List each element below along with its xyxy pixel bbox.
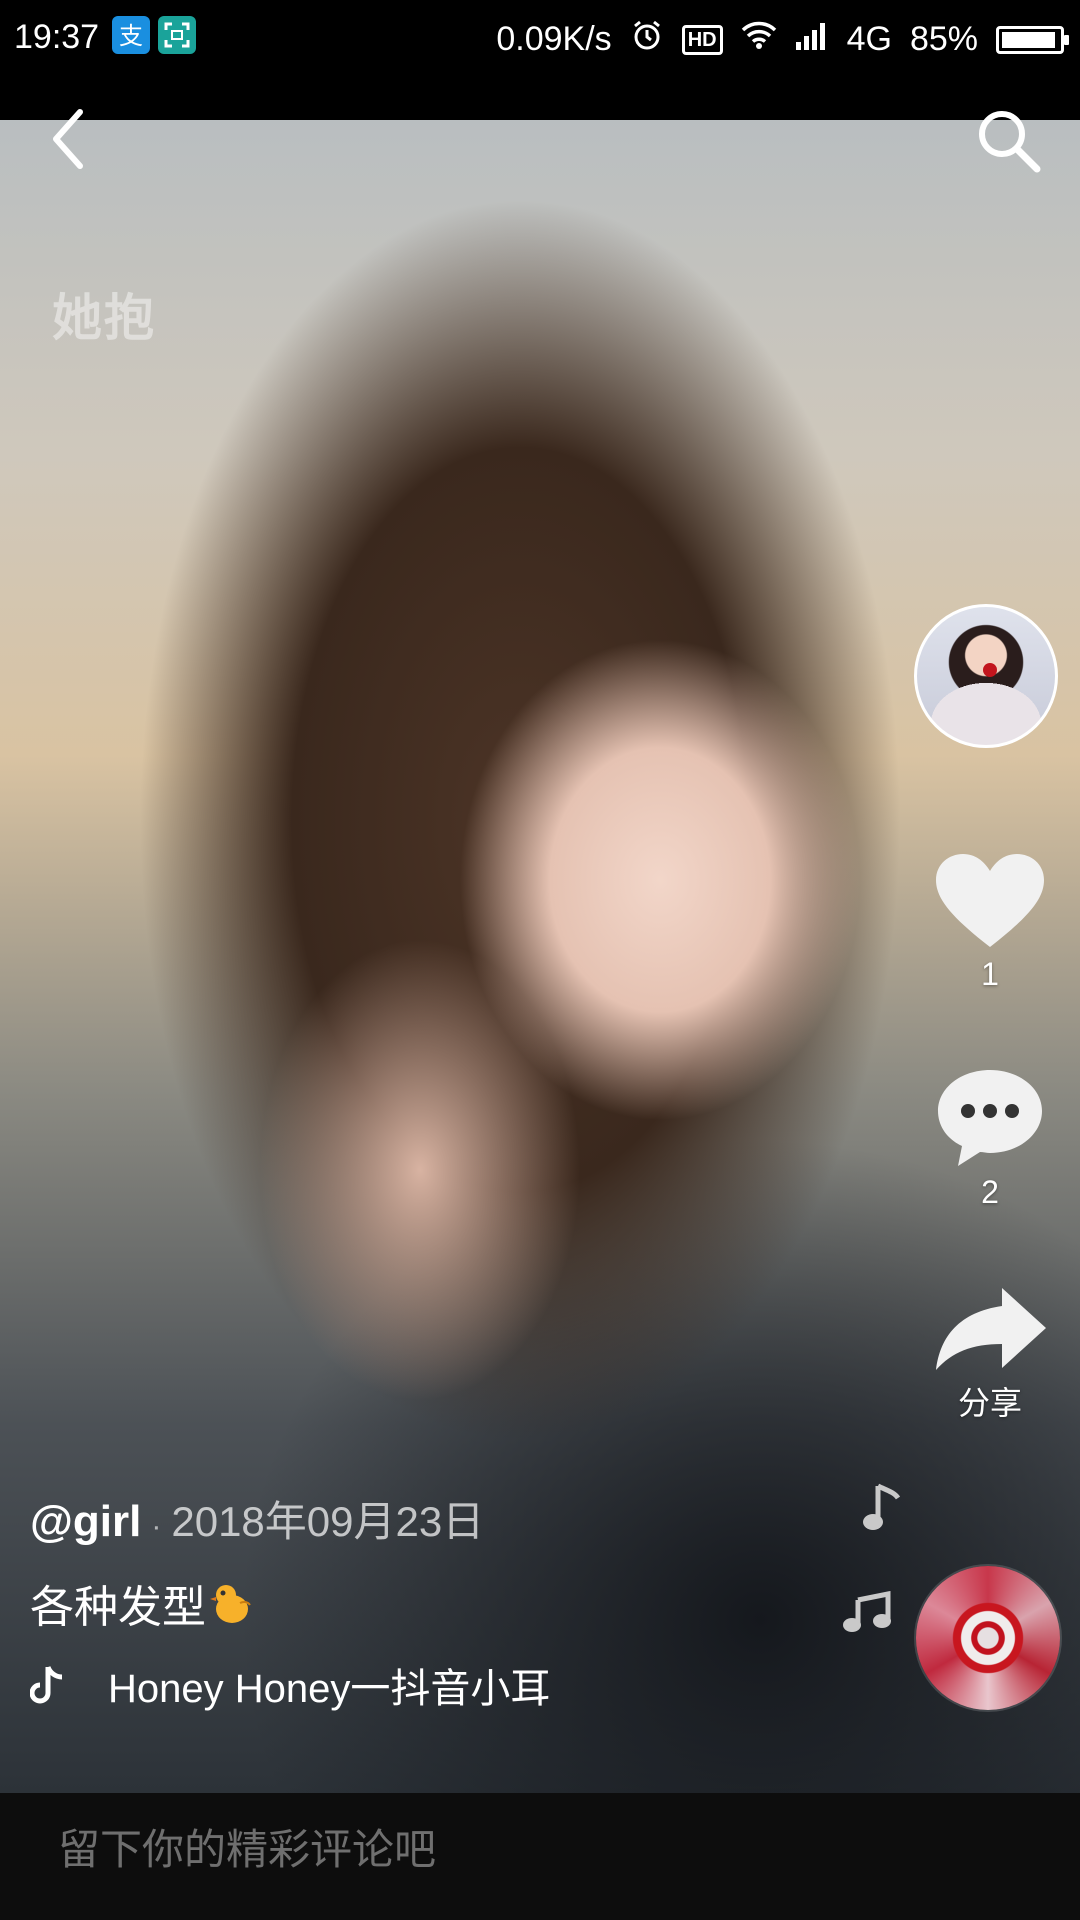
comment-count: 2 (981, 1174, 999, 1210)
wifi-icon (741, 20, 777, 59)
status-time: 19:37 (14, 18, 100, 56)
heart-icon (936, 854, 1044, 947)
signal-icon (795, 20, 829, 59)
status-bar: 19:37 支 0.09K/s HD 4G 85% (0, 0, 1080, 120)
avatar-rose-detail (983, 663, 997, 677)
search-icon (979, 111, 1041, 173)
like-button[interactable]: 1 (930, 852, 1050, 993)
share-label: 分享 (957, 1385, 1022, 1421)
comment-button[interactable]: 2 (930, 1066, 1050, 1211)
search-button[interactable] (972, 104, 1044, 176)
comment-bubble-icon (938, 1070, 1042, 1166)
back-button[interactable] (40, 104, 100, 174)
alipay-app-icon: 支 (112, 16, 150, 54)
music-note-icon (863, 1483, 901, 1530)
back-arrow-icon (53, 109, 83, 169)
comment-bar (0, 1793, 1080, 1920)
caption-text: 各种发型 (30, 1583, 206, 1632)
svg-text:支: 支 (119, 22, 143, 50)
music-disc[interactable] (916, 1566, 1060, 1710)
like-count: 1 (981, 956, 999, 992)
scan-app-icon (158, 16, 196, 54)
post-caption: 各种发型 (30, 1571, 850, 1635)
music-info[interactable]: Honey Honey一抖音小耳 (30, 1656, 570, 1714)
author-avatar[interactable] (914, 604, 1058, 748)
network-speed: 0.09K/s (496, 20, 612, 58)
battery-percent: 85% (909, 20, 978, 58)
author-username[interactable]: @girl (30, 1497, 141, 1547)
network-type: 4G (846, 20, 892, 58)
battery-icon (996, 25, 1069, 54)
share-button[interactable]: 分享 (930, 1284, 1050, 1424)
music-title: Honey Honey一抖音小耳 (108, 1667, 551, 1711)
double-note-icon (843, 1590, 891, 1632)
comment-input[interactable] (56, 1819, 960, 1881)
duck-emoji-icon (210, 1585, 251, 1623)
separator-dot: · (151, 1510, 162, 1543)
status-indicators: 0.09K/s HD 4G 85% (496, 18, 1069, 61)
video-watermark: 她抱 (52, 290, 156, 346)
share-arrow-icon (936, 1288, 1046, 1370)
tiktok-note-icon (30, 1666, 63, 1704)
alarm-icon (630, 18, 664, 61)
hd-badge: HD (681, 24, 723, 55)
post-info: @girl · 2018年09月23日 各种发型 (30, 1488, 850, 1635)
post-date: 2018年09月23日 (171, 1498, 485, 1545)
